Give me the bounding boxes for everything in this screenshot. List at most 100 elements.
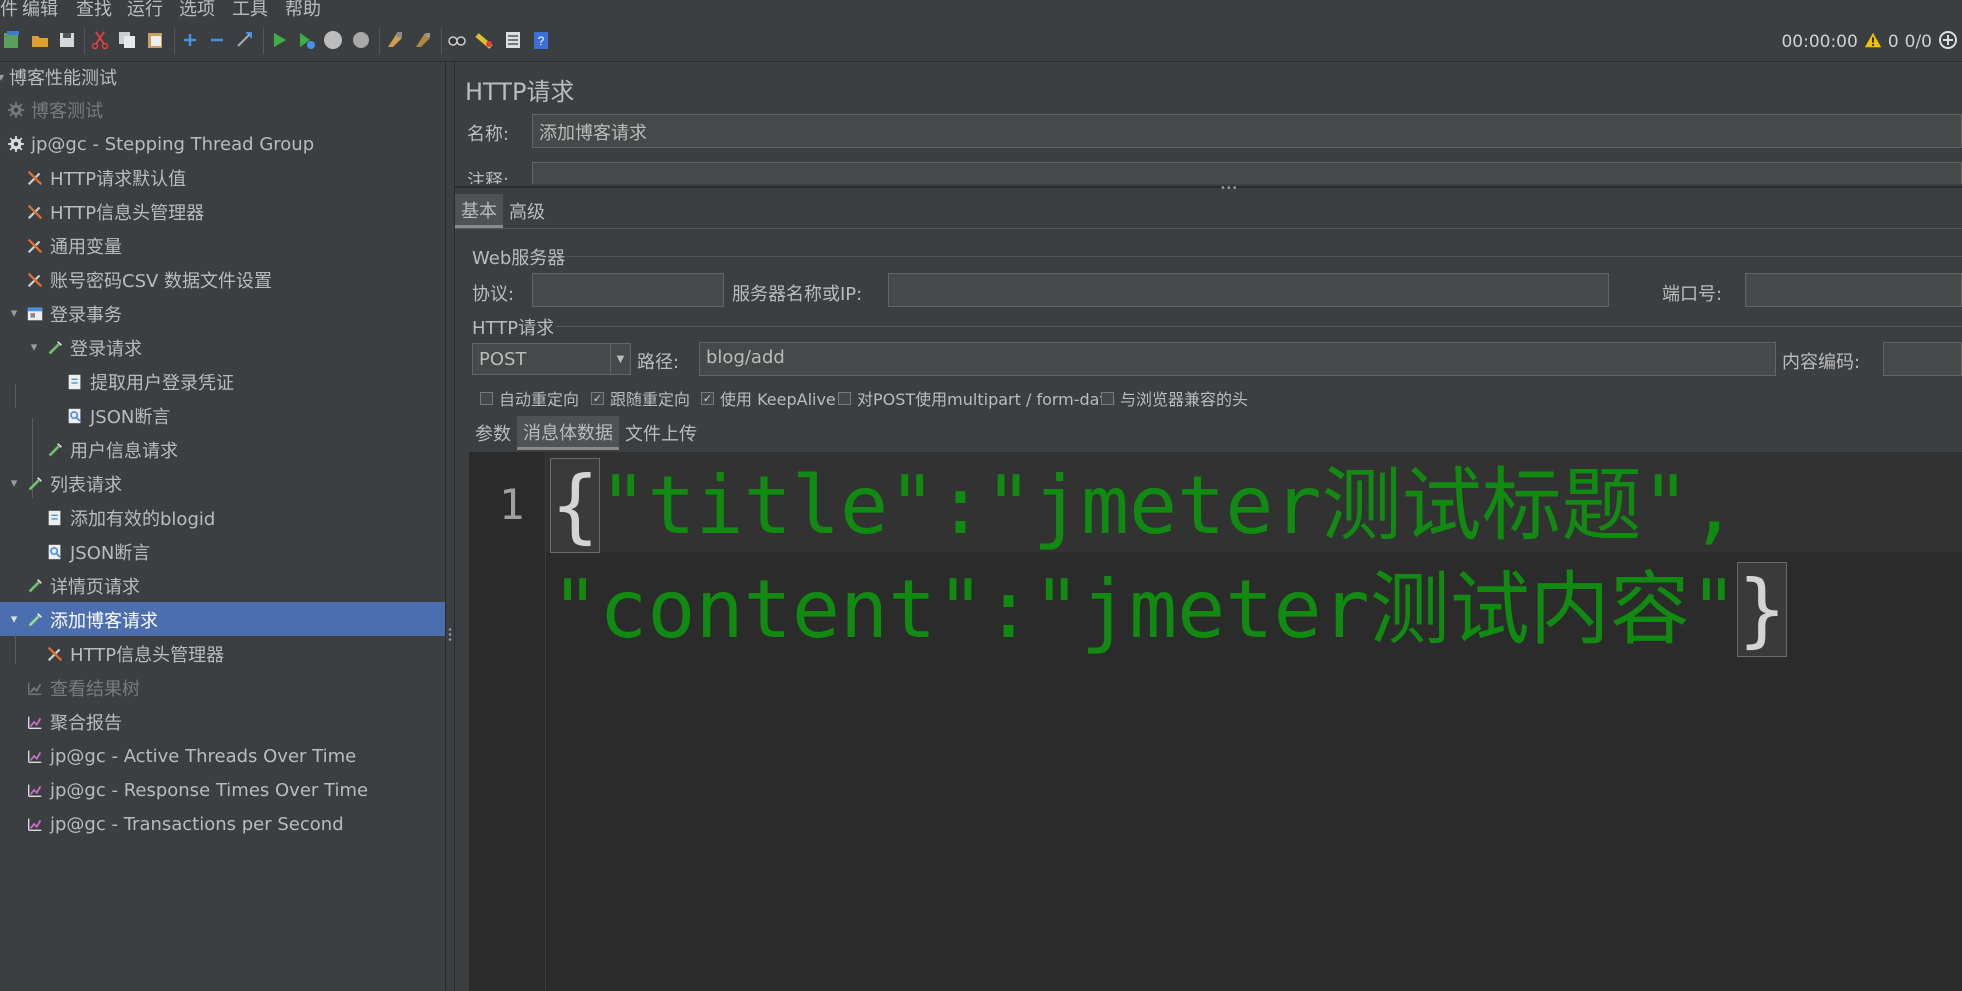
section-divider[interactable] <box>455 186 1962 188</box>
server-field[interactable] <box>888 273 1609 307</box>
tree-node-label: 查看结果树 <box>50 679 140 700</box>
chevron-down-icon[interactable]: ▾ <box>0 70 4 84</box>
tree-node-extract-token[interactable]: 提取用户登录凭证 <box>65 367 234 397</box>
close-brace: } <box>1736 562 1788 657</box>
tree-node-add-blog-request[interactable]: 添加博客请求 <box>25 605 158 635</box>
gear-icon <box>6 100 26 120</box>
tree-node-label: JSON断言 <box>90 407 171 428</box>
tree-node-list-request[interactable]: 列表请求 <box>25 469 122 499</box>
paste-icon[interactable] <box>145 30 165 50</box>
menu-file[interactable]: 件 <box>0 0 18 20</box>
tab-parameters[interactable]: 参数 <box>469 416 517 450</box>
menu-run[interactable]: 运行 <box>127 0 163 20</box>
menu-tools[interactable]: 工具 <box>232 0 268 20</box>
tree-node-csv-data-set[interactable]: 账号密码CSV 数据文件设置 <box>25 265 272 295</box>
wrench-icon <box>25 202 45 222</box>
tree-node-user-variables[interactable]: 通用变量 <box>25 231 122 261</box>
browser-headers-checkbox[interactable]: 与浏览器兼容的头 <box>1101 386 1248 410</box>
checkbox-box[interactable] <box>838 391 851 405</box>
tab-body-data[interactable]: 消息体数据 <box>517 416 619 450</box>
tree-node-view-results-tree[interactable]: 查看结果树 <box>25 673 140 703</box>
check-icon[interactable]: ✓ <box>701 391 714 405</box>
help-icon[interactable]: ? <box>531 30 551 50</box>
follow-redirect-checkbox[interactable]: ✓ 跟随重定向 <box>591 386 690 410</box>
warning-icon[interactable] <box>1864 31 1882 54</box>
start-icon[interactable] <box>269 30 289 50</box>
tree-node-json-assertion-login[interactable]: JSON断言 <box>65 401 170 431</box>
tree-node-user-info-request[interactable]: 用户信息请求 <box>45 435 178 465</box>
remote-icon[interactable] <box>1938 30 1958 55</box>
tree-node-test-plan[interactable]: ▾ 博客性能测试 <box>0 62 117 92</box>
chevron-down-icon[interactable]: ▾ <box>7 613 21 627</box>
cut-icon[interactable] <box>90 30 110 50</box>
encoding-field[interactable] <box>1883 342 1962 376</box>
shutdown-icon[interactable] <box>351 30 371 50</box>
port-field[interactable] <box>1745 273 1962 307</box>
tree-node-label: JSON断言 <box>70 543 151 564</box>
reset-search-icon[interactable] <box>474 30 494 50</box>
tree-node-detail-request[interactable]: 详情页请求 <box>25 571 140 601</box>
menu-help[interactable]: 帮助 <box>285 0 321 20</box>
expand-all-icon[interactable] <box>180 30 200 50</box>
chevron-down-icon[interactable]: ▾ <box>7 307 21 321</box>
menu-options[interactable]: 选项 <box>179 0 215 20</box>
tree-node-extract-blogid[interactable]: 添加有效的blogid <box>45 503 215 533</box>
tree-node-thread-group-disabled[interactable]: 博客测试 <box>6 95 103 125</box>
keepalive-checkbox[interactable]: ✓ 使用 KeepAlive <box>701 386 836 410</box>
comment-field[interactable] <box>532 162 1962 184</box>
tree-node-response-times[interactable]: jp@gc - Response Times Over Time <box>25 775 368 805</box>
tree-node-aggregate-report[interactable]: 聚合报告 <box>25 707 122 737</box>
method-select[interactable]: POST ▼ <box>472 343 631 375</box>
comment-label: 注释: <box>467 171 510 184</box>
tree-node-json-assertion-list[interactable]: JSON断言 <box>45 537 150 567</box>
search-icon[interactable] <box>447 30 467 50</box>
auto-redirect-checkbox[interactable]: 自动重定向 <box>480 386 579 410</box>
tree-node-label: HTTP请求默认值 <box>50 169 187 190</box>
tab-advanced[interactable]: 高级 <box>503 194 551 228</box>
tree-node-header-manager-child[interactable]: HTTP信息头管理器 <box>45 639 224 669</box>
active-threads: 0/0 <box>1904 32 1932 52</box>
chevron-down-icon[interactable]: ▼ <box>610 344 630 374</box>
tab-basic[interactable]: 基本 <box>455 194 503 228</box>
chevron-down-icon[interactable]: ▾ <box>27 341 41 355</box>
test-plan-tree: ▾ 博客性能测试 博客测试 jp@gc - Stepping Thread Gr… <box>0 62 445 991</box>
tree-node-stepping-thread-group[interactable]: jp@gc - Stepping Thread Group <box>6 129 314 159</box>
clear-icon[interactable] <box>385 30 405 50</box>
clear-all-icon[interactable] <box>413 30 433 50</box>
name-field[interactable]: 添加博客请求 <box>532 114 1962 148</box>
chevron-down-icon[interactable]: ▾ <box>7 477 21 491</box>
tab-file-upload[interactable]: 文件上传 <box>619 416 703 450</box>
code-content[interactable]: {"title":"jmeter测试标题", "content":"jmeter… <box>549 454 1951 662</box>
copy-icon[interactable] <box>117 30 137 50</box>
path-field[interactable]: blog/add <box>699 342 1776 376</box>
open-folder-icon[interactable] <box>30 30 50 50</box>
toggle-icon[interactable] <box>235 30 255 50</box>
chart-icon <box>25 780 45 800</box>
checkbox-label: 对POST使用multipart / form-data <box>857 390 1116 409</box>
tree-node-http-defaults[interactable]: HTTP请求默认值 <box>25 163 186 193</box>
function-helper-icon[interactable] <box>503 30 523 50</box>
pane-splitter[interactable] <box>445 62 455 991</box>
tree-node-header-manager[interactable]: HTTP信息头管理器 <box>25 197 204 227</box>
tree-node-transactions-per-second[interactable]: jp@gc - Transactions per Second <box>25 809 344 839</box>
checkbox-box[interactable] <box>480 391 493 405</box>
menu-search[interactable]: 查找 <box>76 0 112 20</box>
start-no-pauses-icon[interactable] <box>296 30 316 50</box>
tree-node-login-transaction[interactable]: 登录事务 <box>25 299 122 329</box>
tree-node-label: 登录请求 <box>70 339 142 360</box>
templates-icon[interactable] <box>2 30 22 50</box>
collapse-all-icon[interactable] <box>207 30 227 50</box>
checkbox-box[interactable] <box>1101 391 1114 405</box>
divider-grip-icon[interactable]: ••• <box>1220 183 1238 194</box>
menu-edit[interactable]: 编辑 <box>22 0 58 20</box>
assertion-icon <box>65 406 85 426</box>
protocol-field[interactable] <box>532 273 724 307</box>
tree-node-login-request[interactable]: 登录请求 <box>45 333 142 363</box>
tree-node-active-threads[interactable]: jp@gc - Active Threads Over Time <box>25 741 356 771</box>
check-icon[interactable]: ✓ <box>591 391 604 405</box>
stop-icon[interactable] <box>323 30 343 50</box>
port-label: 端口号: <box>1662 284 1723 305</box>
multipart-checkbox[interactable]: 对POST使用multipart / form-data <box>838 386 1116 410</box>
body-data-editor[interactable]: 1 {"title":"jmeter测试标题", "content":"jmet… <box>469 452 1962 991</box>
save-icon[interactable] <box>57 30 77 50</box>
